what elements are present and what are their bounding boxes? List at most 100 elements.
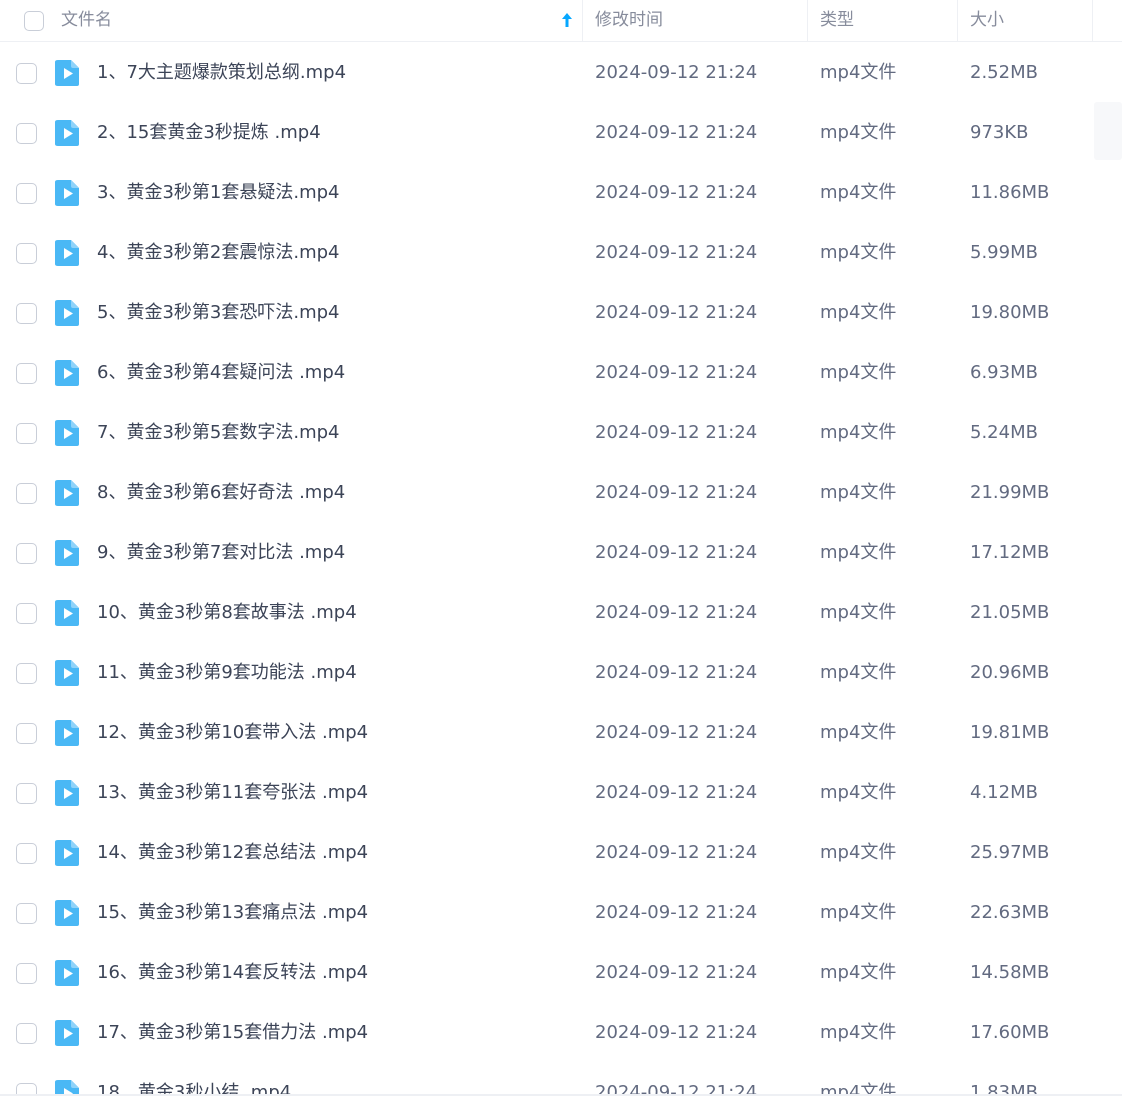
video-file-icon xyxy=(55,360,79,386)
file-row[interactable]: 9、黄金3秒第7套对比法 .mp4 2024-09-12 21:24 mp4文件 17… xyxy=(0,523,1122,583)
row-checkbox[interactable] xyxy=(16,183,37,204)
file-name[interactable]: 4、黄金3秒第2套震惊法.mp4 xyxy=(97,223,340,283)
column-header-name[interactable]: 文件名 xyxy=(61,0,112,42)
row-checkbox[interactable] xyxy=(16,783,37,804)
video-file-icon xyxy=(55,180,79,206)
file-row[interactable]: 11、黄金3秒第9套功能法 .mp4 2024-09-12 21:24 mp4文件 2… xyxy=(0,643,1122,703)
row-checkbox[interactable] xyxy=(16,1023,37,1044)
file-name[interactable]: 9、黄金3秒第7套对比法 .mp4 xyxy=(97,523,345,583)
file-name[interactable]: 3、黄金3秒第1套悬疑法.mp4 xyxy=(97,163,340,223)
file-modified-time: 2024-09-12 21:24 xyxy=(595,902,758,923)
file-name[interactable]: 1、7大主题爆款策划总纲.mp4 xyxy=(97,43,346,103)
file-name[interactable]: 10、黄金3秒第8套故事法 .mp4 xyxy=(97,583,357,643)
file-modified-time: 2024-09-12 21:24 xyxy=(595,182,758,203)
row-checkbox[interactable] xyxy=(16,63,37,84)
file-row[interactable]: 8、黄金3秒第6套好奇法 .mp4 2024-09-12 21:24 mp4文件 21… xyxy=(0,463,1122,523)
file-size: 4.12MB xyxy=(970,782,1038,803)
column-divider[interactable] xyxy=(807,0,808,42)
file-row[interactable]: 12、黄金3秒第10套带入法 .mp4 2024-09-12 21:24 mp4文件… xyxy=(0,703,1122,763)
file-type: mp4文件 xyxy=(820,782,897,803)
file-size: 21.05MB xyxy=(970,602,1050,623)
file-size: 21.99MB xyxy=(970,482,1050,503)
file-type: mp4文件 xyxy=(820,422,897,443)
file-type: mp4文件 xyxy=(820,962,897,983)
file-size: 19.80MB xyxy=(970,302,1050,323)
row-checkbox[interactable] xyxy=(16,843,37,864)
file-row[interactable]: 10、黄金3秒第8套故事法 .mp4 2024-09-12 21:24 mp4文件 2… xyxy=(0,583,1122,643)
file-modified-time: 2024-09-12 21:24 xyxy=(595,602,758,623)
video-file-icon xyxy=(55,840,79,866)
video-file-icon xyxy=(55,120,79,146)
column-divider[interactable] xyxy=(957,0,958,42)
row-checkbox[interactable] xyxy=(16,603,37,624)
video-file-icon xyxy=(55,900,79,926)
column-divider[interactable] xyxy=(582,0,583,42)
file-size: 5.99MB xyxy=(970,242,1038,263)
file-row[interactable]: 5、黄金3秒第3套恐吓法.mp4 2024-09-12 21:24 mp4文件 19.… xyxy=(0,283,1122,343)
file-row[interactable]: 14、黄金3秒第12套总结法 .mp4 2024-09-12 21:24 mp4文件… xyxy=(0,823,1122,883)
row-checkbox[interactable] xyxy=(16,723,37,744)
file-size: 20.96MB xyxy=(970,662,1050,683)
row-checkbox[interactable] xyxy=(16,243,37,264)
row-checkbox[interactable] xyxy=(16,663,37,684)
file-modified-time: 2024-09-12 21:24 xyxy=(595,542,758,563)
file-modified-time: 2024-09-12 21:24 xyxy=(595,842,758,863)
row-checkbox[interactable] xyxy=(16,303,37,324)
video-file-icon xyxy=(55,300,79,326)
video-file-icon xyxy=(55,1020,79,1046)
file-size: 25.97MB xyxy=(970,842,1050,863)
file-name[interactable]: 11、黄金3秒第9套功能法 .mp4 xyxy=(97,643,357,703)
file-name[interactable]: 5、黄金3秒第3套恐吓法.mp4 xyxy=(97,283,340,343)
file-name[interactable]: 8、黄金3秒第6套好奇法 .mp4 xyxy=(97,463,345,523)
file-name[interactable]: 7、黄金3秒第5套数字法.mp4 xyxy=(97,403,340,463)
arrow-up-icon[interactable] xyxy=(561,11,573,29)
file-type: mp4文件 xyxy=(820,722,897,743)
video-file-icon xyxy=(55,960,79,986)
file-size: 11.86MB xyxy=(970,182,1050,203)
file-row[interactable]: 1、7大主题爆款策划总纲.mp4 2024-09-12 21:24 mp4文件 2.5… xyxy=(0,43,1122,103)
file-type: mp4文件 xyxy=(820,902,897,923)
file-name[interactable]: 17、黄金3秒第15套借力法 .mp4 xyxy=(97,1003,368,1063)
row-checkbox[interactable] xyxy=(16,123,37,144)
list-bottom-border xyxy=(0,1094,1122,1102)
file-row[interactable]: 6、黄金3秒第4套疑问法 .mp4 2024-09-12 21:24 mp4文件 6.… xyxy=(0,343,1122,403)
file-type: mp4文件 xyxy=(820,242,897,263)
file-row[interactable]: 15、黄金3秒第13套痛点法 .mp4 2024-09-12 21:24 mp4文件… xyxy=(0,883,1122,943)
column-header-size[interactable]: 大小 xyxy=(970,0,1004,42)
file-row[interactable]: 3、黄金3秒第1套悬疑法.mp4 2024-09-12 21:24 mp4文件 11.… xyxy=(0,163,1122,223)
file-modified-time: 2024-09-12 21:24 xyxy=(595,242,758,263)
row-checkbox[interactable] xyxy=(16,903,37,924)
file-modified-time: 2024-09-12 21:24 xyxy=(595,482,758,503)
file-modified-time: 2024-09-12 21:24 xyxy=(595,122,758,143)
row-checkbox[interactable] xyxy=(16,483,37,504)
file-row[interactable]: 16、黄金3秒第14套反转法 .mp4 2024-09-12 21:24 mp4文件… xyxy=(0,943,1122,1003)
file-row[interactable]: 7、黄金3秒第5套数字法.mp4 2024-09-12 21:24 mp4文件 5.2… xyxy=(0,403,1122,463)
file-name[interactable]: 15、黄金3秒第13套痛点法 .mp4 xyxy=(97,883,368,943)
file-row[interactable]: 2、15套黄金3秒提炼 .mp4 2024-09-12 21:24 mp4文件 973… xyxy=(0,103,1122,163)
file-row[interactable]: 13、黄金3秒第11套夸张法 .mp4 2024-09-12 21:24 mp4文件… xyxy=(0,763,1122,823)
file-row[interactable]: 4、黄金3秒第2套震惊法.mp4 2024-09-12 21:24 mp4文件 5.9… xyxy=(0,223,1122,283)
file-name[interactable]: 16、黄金3秒第14套反转法 .mp4 xyxy=(97,943,368,1003)
select-all-checkbox[interactable] xyxy=(24,11,44,31)
column-header-time[interactable]: 修改时间 xyxy=(595,0,663,42)
scrollbar-thumb[interactable] xyxy=(1094,102,1122,160)
file-name[interactable]: 12、黄金3秒第10套带入法 .mp4 xyxy=(97,703,368,763)
file-type: mp4文件 xyxy=(820,362,897,383)
file-name[interactable]: 6、黄金3秒第4套疑问法 .mp4 xyxy=(97,343,345,403)
row-checkbox[interactable] xyxy=(16,423,37,444)
video-file-icon xyxy=(55,720,79,746)
video-file-icon xyxy=(55,480,79,506)
row-checkbox[interactable] xyxy=(16,963,37,984)
row-checkbox[interactable] xyxy=(16,363,37,384)
file-type: mp4文件 xyxy=(820,542,897,563)
file-size: 2.52MB xyxy=(970,62,1038,83)
video-file-icon xyxy=(55,60,79,86)
column-header-type[interactable]: 类型 xyxy=(820,0,854,42)
column-divider[interactable] xyxy=(1092,0,1093,42)
file-name[interactable]: 2、15套黄金3秒提炼 .mp4 xyxy=(97,103,321,163)
file-name[interactable]: 14、黄金3秒第12套总结法 .mp4 xyxy=(97,823,368,883)
file-type: mp4文件 xyxy=(820,122,897,143)
file-row[interactable]: 17、黄金3秒第15套借力法 .mp4 2024-09-12 21:24 mp4文件… xyxy=(0,1003,1122,1063)
file-name[interactable]: 13、黄金3秒第11套夸张法 .mp4 xyxy=(97,763,368,823)
row-checkbox[interactable] xyxy=(16,543,37,564)
